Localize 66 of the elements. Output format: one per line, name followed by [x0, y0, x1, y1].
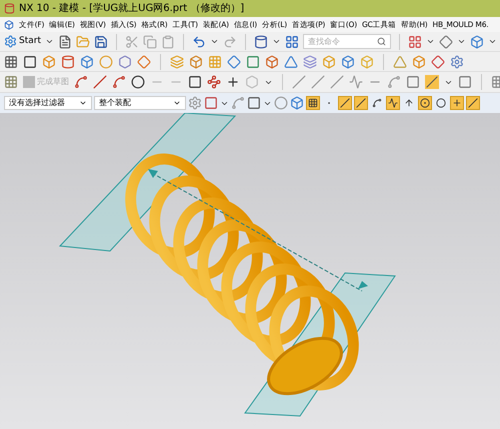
scope-value: 整个装配: [99, 97, 131, 109]
cube-icon[interactable]: [470, 34, 484, 48]
caret-icon: [173, 99, 181, 107]
box-icon[interactable]: [80, 54, 94, 68]
plus-snap-icon[interactable]: [450, 96, 464, 110]
polyline-icon[interactable]: [207, 75, 221, 89]
gear-icon[interactable]: [450, 54, 464, 68]
diamond-icon[interactable]: [431, 54, 445, 68]
triangle-icon[interactable]: [393, 54, 407, 68]
cylinder-icon[interactable]: [61, 54, 75, 68]
line-icon[interactable]: [93, 75, 107, 89]
curve-icon[interactable]: [387, 75, 401, 89]
caret-icon[interactable]: [45, 37, 54, 46]
box-icon[interactable]: [42, 54, 56, 68]
caret-icon[interactable]: [210, 37, 219, 46]
app-icon: [4, 3, 15, 14]
line-snap-icon[interactable]: [466, 96, 480, 110]
plus-icon[interactable]: [226, 75, 240, 89]
start-button[interactable]: Start: [4, 34, 41, 48]
cube-icon[interactable]: [290, 96, 304, 110]
rectangle-icon[interactable]: [188, 75, 202, 89]
caret-icon[interactable]: [272, 37, 281, 46]
diamond-icon[interactable]: [227, 54, 241, 68]
frame-icon[interactable]: [406, 75, 420, 89]
gear-icon[interactable]: [188, 96, 202, 110]
box-icon[interactable]: [412, 54, 426, 68]
cut-icon[interactable]: [125, 34, 139, 48]
scope-dropdown[interactable]: 整个装配: [94, 96, 186, 110]
caret-icon[interactable]: [457, 37, 466, 46]
box-icon[interactable]: [322, 54, 336, 68]
constraint-button[interactable]: [425, 75, 439, 89]
layers-icon[interactable]: [170, 54, 184, 68]
line-snap-icon[interactable]: [338, 96, 352, 110]
diamond-icon[interactable]: [137, 54, 151, 68]
caret-icon[interactable]: [488, 37, 497, 46]
filter-dropdown[interactable]: 没有选择过滤器: [4, 96, 92, 110]
curve-snap-icon[interactable]: [370, 96, 384, 110]
box-icon[interactable]: [265, 54, 279, 68]
triangle-icon[interactable]: [284, 54, 298, 68]
caret-icon: [79, 99, 87, 107]
circle-snap-icon[interactable]: [434, 96, 448, 110]
new-file-icon[interactable]: [58, 34, 72, 48]
line-snap-icon[interactable]: [354, 96, 368, 110]
circle-icon[interactable]: [131, 75, 145, 89]
caret-icon[interactable]: [426, 37, 435, 46]
undo-icon[interactable]: [192, 34, 206, 48]
hexagon-icon[interactable]: [118, 54, 132, 68]
search-icon[interactable]: [377, 37, 386, 46]
paste-icon[interactable]: [161, 34, 175, 48]
search-placeholder: 查找命令: [308, 36, 340, 48]
window-title: NX 10 - 建模 - [学UG就上UG网6.prt （修改的）]: [19, 2, 244, 16]
center-snap-icon[interactable]: [418, 96, 432, 110]
layers-icon[interactable]: [303, 54, 317, 68]
square-icon[interactable]: [23, 54, 37, 68]
disc-icon[interactable]: [99, 54, 113, 68]
copy-icon[interactable]: [143, 34, 157, 48]
cylinder-icon[interactable]: [254, 34, 268, 48]
wave-snap-icon[interactable]: [386, 96, 400, 110]
save-icon[interactable]: [94, 34, 108, 48]
grid-icon[interactable]: [4, 54, 18, 68]
box-icon[interactable]: [341, 54, 355, 68]
points-snap-icon[interactable]: [306, 96, 320, 110]
curve-icon[interactable]: [74, 75, 88, 89]
arc-icon[interactable]: [112, 75, 126, 89]
block-icon[interactable]: [189, 54, 203, 68]
filter-value: 没有选择过滤器: [9, 97, 65, 109]
